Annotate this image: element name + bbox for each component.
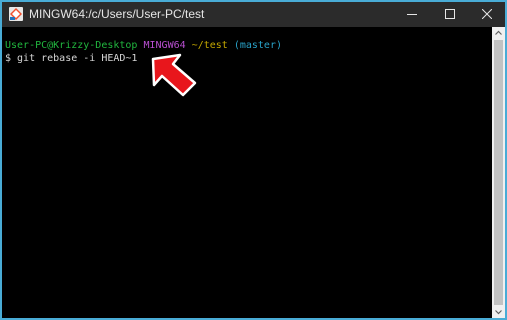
- scrollbar-thumb[interactable]: [494, 40, 503, 305]
- terminal-output[interactable]: User-PC@Krizzy-Desktop MINGW64 ~/test (m…: [2, 27, 492, 318]
- command-line: $ git rebase -i HEAD~1: [5, 53, 138, 64]
- minimize-button[interactable]: [393, 2, 431, 27]
- chevron-up-icon[interactable]: [492, 27, 505, 39]
- prompt-user-host: User-PC@Krizzy-Desktop: [5, 40, 138, 51]
- git-bash-icon: [9, 7, 23, 21]
- maximize-icon: [445, 9, 455, 19]
- vertical-scrollbar[interactable]: [492, 27, 505, 318]
- window-title: MINGW64:/c/Users/User-PC/test: [29, 7, 205, 21]
- maximize-button[interactable]: [431, 2, 469, 27]
- prompt-branch: (master): [233, 40, 282, 51]
- minimize-icon: [407, 14, 417, 15]
- terminal-window: MINGW64:/c/Users/User-PC/test User-PC@Kr…: [0, 0, 507, 320]
- chevron-down-icon[interactable]: [492, 306, 505, 318]
- close-icon: [482, 9, 492, 19]
- title-bar[interactable]: MINGW64:/c/Users/User-PC/test: [2, 2, 505, 27]
- close-button[interactable]: [468, 2, 506, 27]
- red-arrow-pointer-icon: [151, 53, 197, 97]
